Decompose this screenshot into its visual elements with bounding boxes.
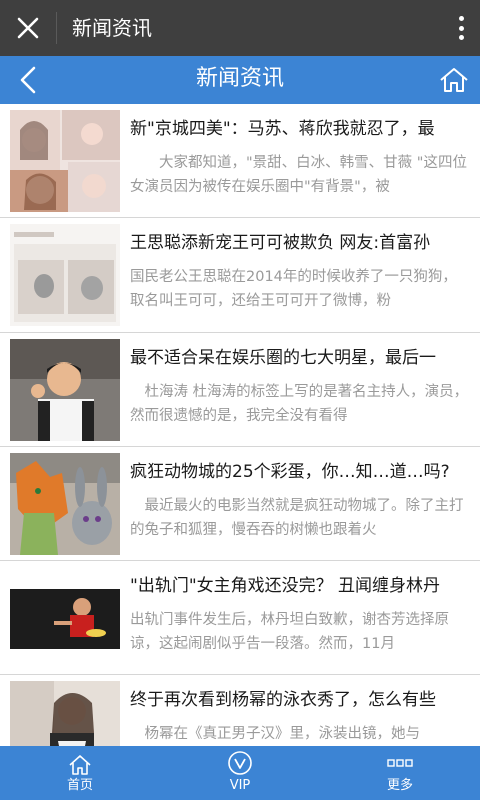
news-summary: 杨幂在《真正男子汉》里，泳装出镜，她与 <box>144 726 421 743</box>
vip-icon <box>228 751 252 775</box>
news-title: 终于再次看到杨幂的泳衣秀了，怎么有些 <box>130 690 436 711</box>
home-icon <box>440 68 468 92</box>
nav-bar: 新闻资讯 <box>0 56 480 104</box>
news-item[interactable]: 疯狂动物城的25个彩蛋，你…知…道…吗? 最近最火的电影当然就是疯狂动物城了。除… <box>0 447 480 562</box>
dot-icon <box>458 16 464 21</box>
divider <box>56 12 57 44</box>
news-summary: 杜海涛 杜海涛的标签上写的是著名主持人，演员，然而很遗憾的是，我完全没有看得 <box>130 383 469 424</box>
tab-vip-label: VIP <box>229 778 251 793</box>
tab-home[interactable]: 首页 <box>40 746 120 800</box>
thumbnail-image <box>10 681 120 746</box>
window-title: 新闻资讯 <box>72 16 152 40</box>
thumbnail-image <box>10 110 120 212</box>
thumbnail-image <box>10 452 120 555</box>
news-summary: 大家都知道，"景甜、白冰、韩雪、甘薇 "这四位女演员因为被传在娱乐圈中"有背景"… <box>130 155 467 195</box>
news-item[interactable]: 最不适合呆在娱乐圈的七大明星，最后一 杜海涛 杜海涛的标签上写的是著名主持人，演… <box>0 333 480 447</box>
thumbnail-image <box>10 338 120 441</box>
news-summary: 出轨门事件发生后，林丹坦白致歉，谢杏芳选择原谅，这起闹剧似乎告一段落。然而，11… <box>130 612 449 653</box>
tab-vip[interactable]: VIP <box>200 746 280 800</box>
news-title: 最不适合呆在娱乐圈的七大明星，最后一 <box>130 347 436 368</box>
news-list: 新"京城四美"：马苏、蒋欣我就忍了，最 大家都知道，"景甜、白冰、韩雪、甘薇 "… <box>0 104 480 746</box>
news-title: "出轨门"女主角戏还没完？ 丑闻缠身林丹 <box>130 576 441 597</box>
news-title: 王思聪添新宠王可可被欺负 网友:首富孙 <box>130 233 431 254</box>
close-button[interactable] <box>0 0 56 56</box>
tab-more-label: 更多 <box>386 778 413 793</box>
news-item[interactable]: 新"京城四美"：马苏、蒋欣我就忍了，最 大家都知道，"景甜、白冰、韩雪、甘薇 "… <box>0 104 480 219</box>
close-icon <box>17 17 39 39</box>
home-button[interactable] <box>436 62 472 98</box>
news-title: 新"京城四美"：马苏、蒋欣我就忍了，最 <box>130 119 435 139</box>
thumbnail-image <box>10 567 120 670</box>
dot-icon <box>458 35 464 40</box>
news-item[interactable]: 王思聪添新宠王可可被欺负 网友:首富孙 国民老公王思聪在2014年的时候收养了一… <box>0 218 480 333</box>
news-title: 疯狂动物城的25个彩蛋，你…知…道…吗? <box>130 461 450 482</box>
thumbnail-image <box>10 224 120 327</box>
app-top-bar: 新闻资讯 <box>0 0 480 56</box>
dot-icon <box>458 25 464 31</box>
more-icon <box>387 759 413 767</box>
more-options-button[interactable] <box>456 16 466 40</box>
page-title: 新闻资讯 <box>195 66 284 91</box>
bottom-tab-bar: 首页 VIP 更多 <box>0 746 480 800</box>
tab-home-label: 首页 <box>66 778 93 793</box>
news-item[interactable]: 终于再次看到杨幂的泳衣秀了，怎么有些 杨幂在《真正男子汉》里，泳装出镜，她与 <box>0 675 480 746</box>
home-icon <box>69 755 91 775</box>
news-summary: 最近最火的电影当然就是疯狂动物城了。除了主打的兔子和狐狸，慢吞吞的树懒也跟着火 <box>130 497 464 538</box>
tab-more[interactable]: 更多 <box>360 746 440 800</box>
news-item[interactable]: "出轨门"女主角戏还没完？ 丑闻缠身林丹 出轨门事件发生后，林丹坦白致歉，谢杏芳… <box>0 561 480 676</box>
news-summary: 国民老公王思聪在2014年的时候收养了一只狗狗，取名叫王可可，还给王可可开了微博… <box>130 269 457 310</box>
